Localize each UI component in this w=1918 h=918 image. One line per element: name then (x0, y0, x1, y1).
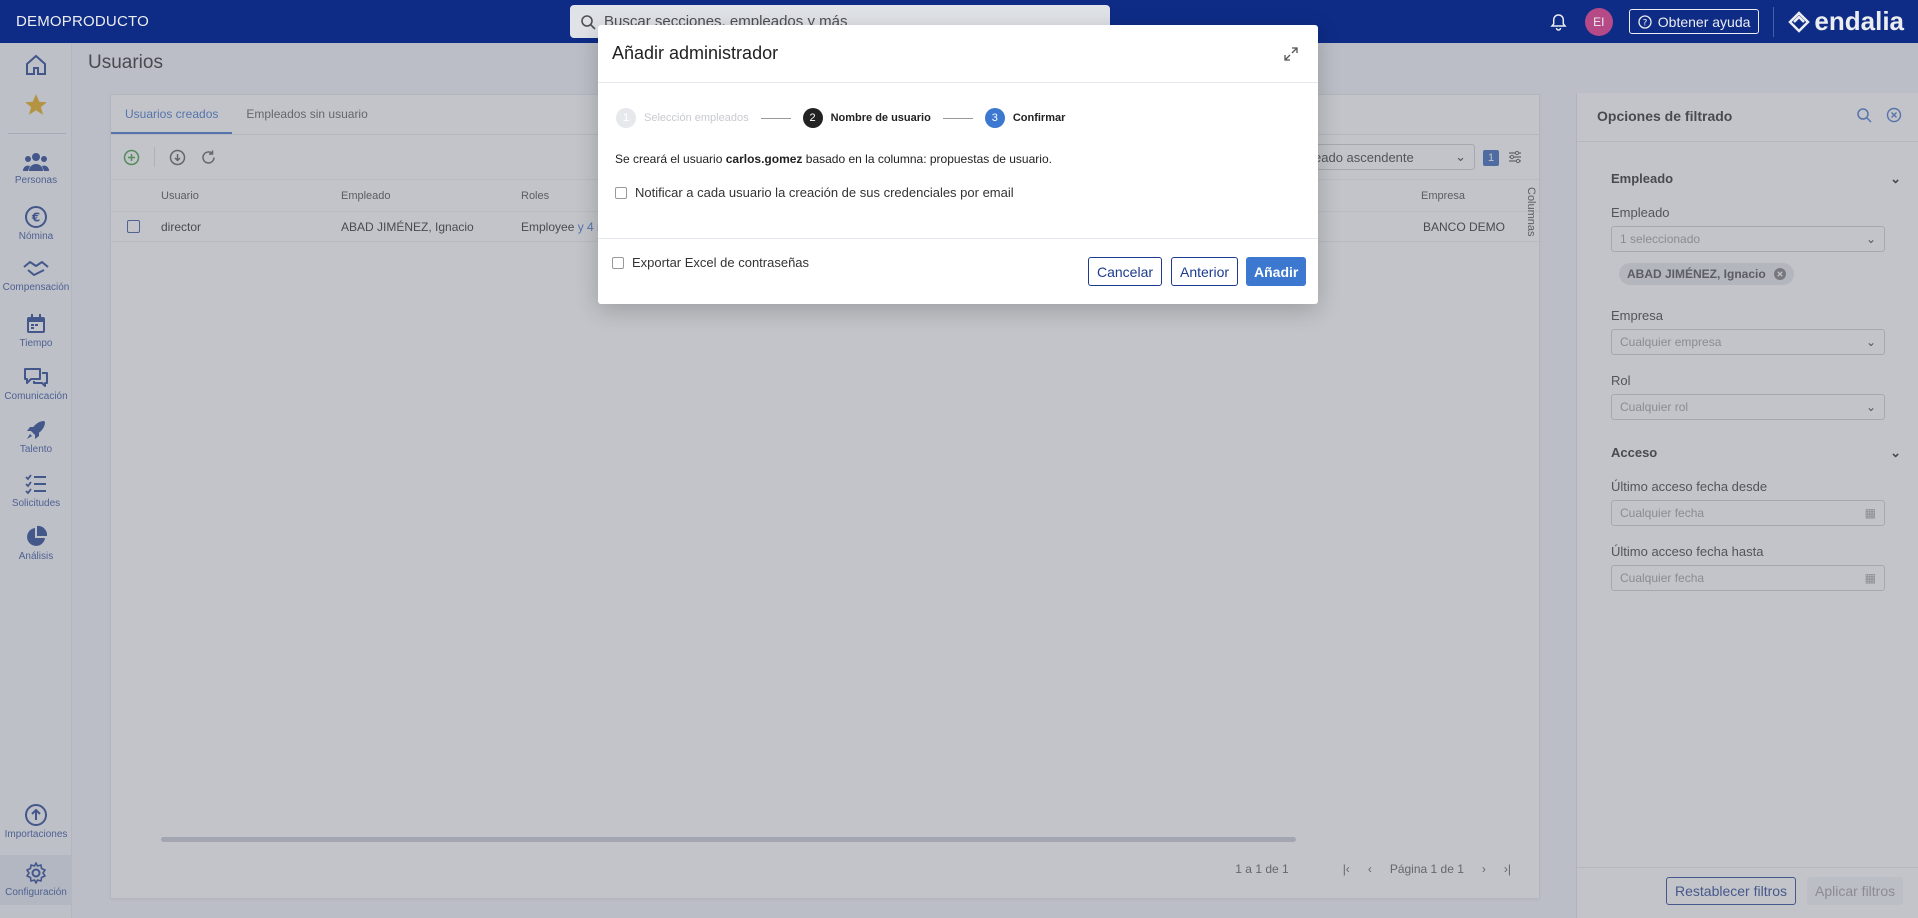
export-option[interactable]: Exportar Excel de contraseñas (612, 255, 809, 270)
add-admin-modal: Añadir administrador 1 Selección emplead… (598, 25, 1318, 304)
notify-label: Notificar a cada usuario la creación de … (635, 185, 1014, 200)
step-label: Nombre de usuario (830, 112, 931, 124)
previous-button[interactable]: Anterior (1171, 257, 1239, 286)
wizard-steps: 1 Selección empleados 2 Nombre de usuari… (616, 108, 1065, 128)
modal-footer-divider (598, 238, 1318, 239)
notify-option[interactable]: Notificar a cada usuario la creación de … (615, 185, 1014, 200)
expand-icon[interactable] (1284, 47, 1298, 61)
step-label: Confirmar (1012, 112, 1066, 124)
step-connector (760, 117, 791, 119)
msg-prefix: Se creará el usuario (615, 152, 723, 166)
cancel-button[interactable]: Cancelar (1088, 257, 1163, 286)
modal-title: Añadir administrador (612, 43, 779, 63)
add-button[interactable]: Añadir (1246, 257, 1307, 286)
confirm-message: Se creará el usuario carlos.gomez basado… (615, 152, 1052, 166)
step-label: Selección empleados (644, 112, 749, 124)
step-number: 2 (802, 108, 823, 128)
step-connector (942, 117, 973, 119)
step-number: 1 (616, 108, 636, 128)
export-checkbox[interactable] (612, 256, 624, 269)
step-2: 2 Nombre de usuario (802, 108, 931, 128)
step-1: 1 Selección empleados (616, 108, 749, 128)
step-number: 3 (984, 108, 1005, 128)
msg-username: carlos.gomez (725, 152, 803, 166)
msg-suffix: basado en la columna: propuestas de usua… (805, 152, 1052, 166)
step-3: 3 Confirmar (984, 108, 1066, 128)
notify-checkbox[interactable] (615, 186, 627, 199)
export-label: Exportar Excel de contraseñas (632, 255, 810, 270)
